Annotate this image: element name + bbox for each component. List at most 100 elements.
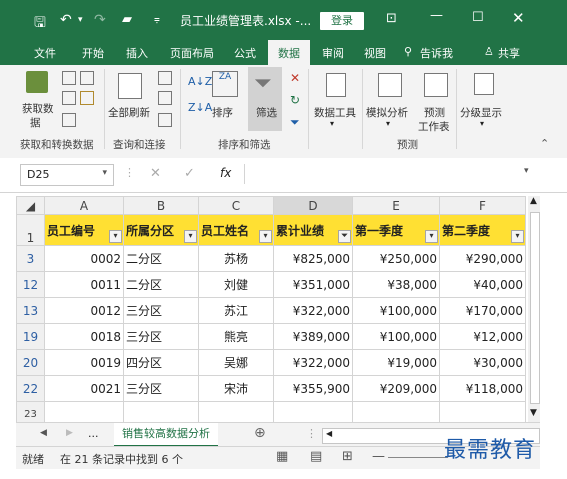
header-cell[interactable]: 所属分区 ▾ — [123, 214, 199, 246]
filter-funnel-icon[interactable]: ⏷ — [254, 71, 272, 96]
cell[interactable]: 二分区 — [123, 245, 199, 272]
next-sheet-icon[interactable]: ▶ — [66, 428, 73, 438]
refresh-all-icon[interactable] — [118, 73, 142, 99]
header-cell[interactable]: 第一季度 ▾ — [352, 214, 440, 246]
scrollbar-thumb[interactable] — [530, 212, 540, 404]
column-header-b[interactable]: B — [123, 196, 199, 215]
scroll-left-icon[interactable]: ◀ — [326, 429, 332, 438]
minimize-icon[interactable]: — — [430, 8, 443, 23]
tab-file[interactable]: 文件 — [34, 45, 56, 61]
cell[interactable]: ¥12,000 — [439, 323, 526, 350]
undo-dropdown-icon[interactable]: ▾ — [78, 15, 83, 25]
existing-connections-icon[interactable] — [62, 113, 76, 127]
refresh-all-label[interactable]: 全部刷新 — [108, 105, 150, 120]
save-icon[interactable]: 🖫 — [34, 12, 46, 36]
scroll-up-icon[interactable]: ▲ — [530, 196, 537, 206]
cell[interactable]: ¥118,000 — [439, 375, 526, 402]
row-header[interactable]: 13 — [16, 297, 45, 324]
page-layout-view-icon[interactable]: ▤ — [310, 449, 322, 464]
data-tools-dropdown-icon[interactable]: ▾ — [330, 119, 334, 128]
header-cell[interactable]: 员工姓名 ▾ — [198, 214, 274, 246]
tab-home[interactable]: 开始 — [82, 45, 104, 61]
tab-page-layout[interactable]: 页面布局 — [170, 45, 214, 61]
what-if-label[interactable]: 模拟分析 — [366, 105, 408, 120]
tab-tell-me[interactable]: 告诉我 — [420, 45, 453, 61]
tab-share[interactable]: 共享 — [498, 45, 520, 61]
row-header[interactable]: 20 — [16, 349, 45, 376]
cell[interactable]: 三分区 — [123, 323, 199, 350]
row-header[interactable]: 1 — [16, 214, 45, 246]
sort-descending-icon[interactable]: Z↓A — [188, 101, 212, 114]
sort-dialog-icon[interactable]: ZA — [212, 71, 238, 97]
from-text-icon[interactable] — [62, 71, 76, 85]
outline-dropdown-icon[interactable]: ▾ — [480, 119, 484, 128]
add-sheet-icon[interactable]: ⊕ — [254, 425, 266, 441]
sort-ascending-icon[interactable]: A↓Z — [188, 75, 212, 88]
cell[interactable]: 熊亮 — [198, 323, 274, 350]
name-box-value[interactable]: D25 — [27, 168, 49, 181]
row-header[interactable]: 22 — [16, 375, 45, 402]
column-header-e[interactable]: E — [352, 196, 440, 215]
reapply-icon[interactable]: ↻ — [290, 93, 300, 107]
from-table-icon[interactable] — [62, 91, 76, 105]
cell[interactable]: ¥100,000 — [352, 297, 440, 324]
get-data-label-2[interactable]: 据 — [30, 115, 41, 130]
edit-links-icon[interactable] — [158, 113, 172, 127]
tab-formulas[interactable]: 公式 — [234, 45, 256, 61]
filter-dropdown-icon[interactable]: ▾ — [259, 230, 272, 243]
expand-formula-bar-icon[interactable]: ▾ — [524, 166, 529, 176]
column-header-a[interactable]: A — [44, 196, 124, 215]
cell[interactable]: 0019 — [44, 349, 124, 376]
cell[interactable]: ¥355,900 — [273, 375, 353, 402]
filter-dropdown-icon[interactable]: ▾ — [511, 230, 524, 243]
normal-view-icon[interactable]: ▦ — [276, 449, 288, 464]
tab-review[interactable]: 审阅 — [322, 45, 344, 61]
cell[interactable]: ¥209,000 — [352, 375, 440, 402]
cell[interactable]: ¥38,000 — [352, 271, 440, 298]
sort-label[interactable]: 排序 — [212, 105, 233, 120]
get-data-label[interactable]: 获取数 — [22, 101, 54, 116]
cell[interactable]: ¥19,000 — [352, 349, 440, 376]
ribbon-display-icon[interactable]: ⊡ — [386, 11, 397, 26]
name-box-dropdown-icon[interactable]: ▾ — [102, 168, 107, 178]
cell[interactable]: 宋沛 — [198, 375, 274, 402]
row-header[interactable]: 12 — [16, 271, 45, 298]
login-button[interactable]: 登录 — [320, 12, 364, 30]
cell[interactable]: 苏杨 — [198, 245, 274, 272]
cell[interactable]: 苏江 — [198, 297, 274, 324]
cell[interactable]: ¥100,000 — [352, 323, 440, 350]
what-if-icon[interactable] — [378, 73, 402, 97]
cell[interactable]: 0002 — [44, 245, 124, 272]
from-web-icon[interactable] — [80, 71, 94, 85]
prev-sheet-icon[interactable]: ◀ — [40, 428, 47, 438]
tab-insert[interactable]: 插入 — [126, 45, 148, 61]
cell[interactable]: 四分区 — [123, 349, 199, 376]
forecast-sheet-label[interactable]: 工作表 — [418, 119, 450, 134]
vertical-scrollbar[interactable]: ▲ ▼ — [528, 196, 540, 422]
filter-dropdown-icon[interactable]: ▾ — [425, 230, 438, 243]
row-header[interactable]: 3 — [16, 245, 45, 272]
cell[interactable]: 刘健 — [198, 271, 274, 298]
cell[interactable]: 0011 — [44, 271, 124, 298]
header-cell[interactable]: 员工编号 ▾ — [44, 214, 124, 246]
formula-input[interactable] — [244, 164, 543, 184]
cell[interactable]: 二分区 — [123, 271, 199, 298]
cell[interactable]: ¥40,000 — [439, 271, 526, 298]
outline-icon[interactable] — [474, 73, 494, 95]
row-header[interactable]: 19 — [16, 323, 45, 350]
column-header-d[interactable]: D — [273, 196, 353, 215]
column-header-c[interactable]: C — [198, 196, 274, 215]
page-break-view-icon[interactable]: ⊞ — [342, 449, 353, 464]
column-header-f[interactable]: F — [439, 196, 526, 215]
cell[interactable]: ¥30,000 — [439, 349, 526, 376]
properties-icon[interactable] — [158, 91, 172, 105]
data-tools-label[interactable]: 数据工具 — [314, 105, 356, 120]
more-sheets[interactable]: ... — [88, 427, 99, 440]
cell[interactable]: ¥389,000 — [273, 323, 353, 350]
advanced-filter-icon[interactable]: ⏷ — [290, 115, 300, 130]
recent-sources-icon[interactable] — [80, 91, 94, 105]
cell[interactable]: ¥170,000 — [439, 297, 526, 324]
zoom-slider[interactable] — [388, 457, 448, 458]
cell[interactable]: ¥250,000 — [352, 245, 440, 272]
cell[interactable]: ¥351,000 — [273, 271, 353, 298]
